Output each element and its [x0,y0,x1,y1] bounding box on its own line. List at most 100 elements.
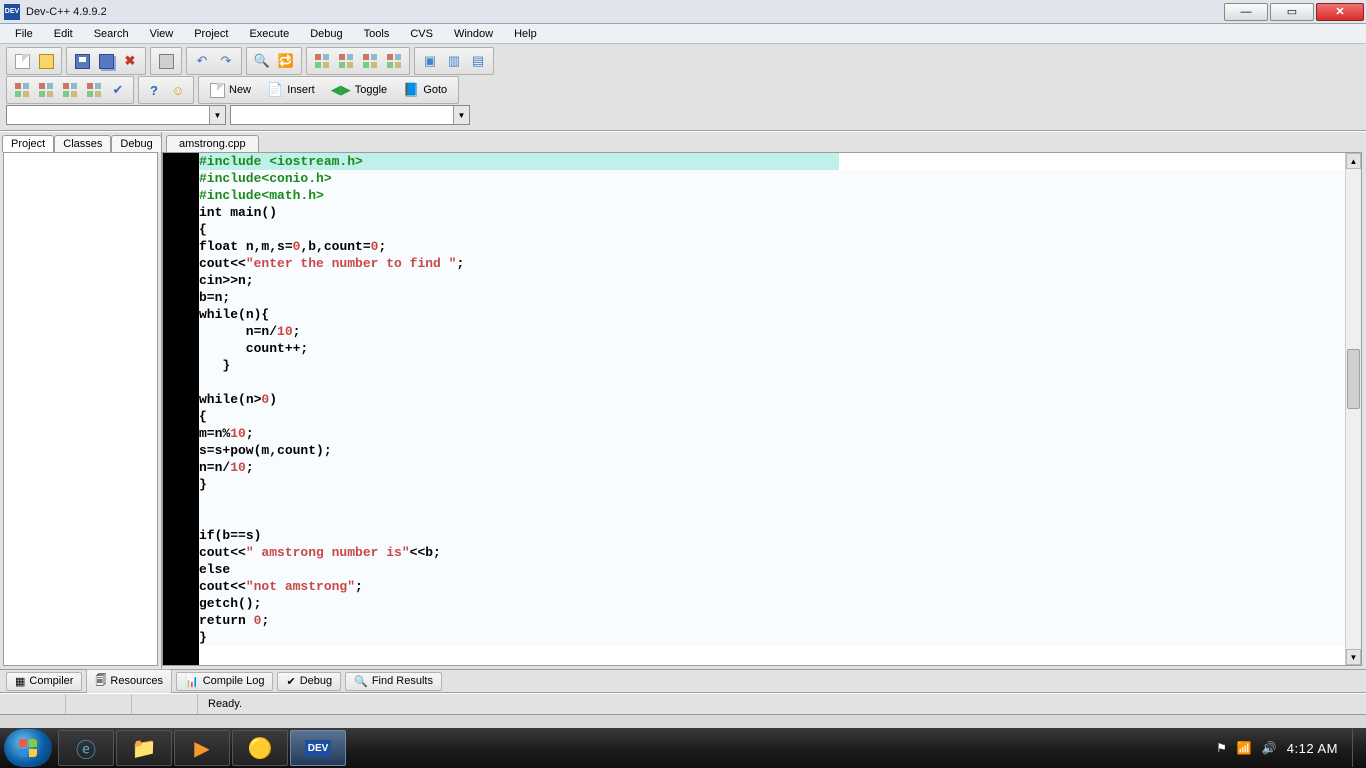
chart-icon: 📊 [185,675,199,688]
editor[interactable]: #include <iostream.h>#include<conio.h>#i… [162,152,1362,666]
task-explorer[interactable]: 📁 [116,730,172,766]
save-button[interactable] [71,50,93,72]
close-button[interactable]: ✕ [1316,3,1364,21]
grid-b-button[interactable] [35,79,57,101]
scroll-down-button[interactable]: ▼ [1346,649,1361,665]
ie-icon: ⓔ [76,734,96,763]
menu-debug[interactable]: Debug [301,26,351,42]
grid-a-button[interactable] [11,79,33,101]
menu-cvs[interactable]: CVS [401,26,442,42]
app-icon: DEV [4,4,20,20]
maximize-button[interactable]: ▭ [1270,3,1314,21]
status-cell-1 [0,694,66,714]
insert-button[interactable]: 📄Insert [260,79,322,101]
menu-search[interactable]: Search [85,26,138,42]
project-tree[interactable] [3,152,158,666]
menu-help[interactable]: Help [505,26,546,42]
show-desktop-button[interactable] [1352,729,1362,767]
system-tray[interactable]: ⚑ 📶 🔊 4:12 AM [1216,741,1350,756]
goto-button[interactable]: 📘Goto [396,79,454,101]
about-button[interactable]: ☺ [167,79,189,101]
open-button[interactable] [35,50,57,72]
status-bar: Ready. [0,693,1366,715]
stack-icon: 🗐 [95,672,106,691]
replace-button[interactable]: 🔁 [275,50,297,72]
devcpp-icon: DEV [305,740,332,757]
bottom-tab-debug[interactable]: ✔ Debug [277,672,341,691]
class-combo[interactable]: ▼ [6,105,226,125]
side-panel: Project Classes Debug [0,132,162,669]
check-icon: ✔ [286,675,295,688]
bottom-tab-label: Debug [300,675,332,687]
side-tab-project[interactable]: Project [2,135,54,152]
volume-icon: 🔊 [1262,741,1277,755]
doc-tab-amstrong[interactable]: amstrong.cpp [166,135,259,152]
grid-icon: ▦ [15,675,25,688]
new-source-button[interactable]: New [203,79,258,101]
toolbar-area: ✖ ↶ ↷ 🔍 🔁 ▣ ▥ ▤ ✔ [0,44,1366,131]
redo-button[interactable]: ↷ [215,50,237,72]
menu-edit[interactable]: Edit [45,26,82,42]
search-icon: 🔍 [354,675,368,688]
task-chrome[interactable]: 🟡 [232,730,288,766]
bottom-tab-label: Find Results [372,675,433,687]
undo-button[interactable]: ↶ [191,50,213,72]
gutter [163,153,199,665]
bottom-tab-find-results[interactable]: 🔍 Find Results [345,672,442,691]
stop-button[interactable]: ▥ [443,50,465,72]
code-area[interactable]: #include <iostream.h>#include<conio.h>#i… [199,153,1345,665]
close-doc-button[interactable]: ✖ [119,50,141,72]
check-syntax-button[interactable]: ✔ [107,79,129,101]
menu-window[interactable]: Window [445,26,502,42]
status-cell-3 [132,694,198,714]
side-tab-classes[interactable]: Classes [54,135,111,152]
menu-tools[interactable]: Tools [355,26,399,42]
clock: 4:12 AM [1287,741,1338,756]
side-tab-debug[interactable]: Debug [111,135,161,152]
bottom-tab-resources[interactable]: 🗐 Resources [86,669,172,694]
menu-bar: File Edit Search View Project Execute De… [0,24,1366,44]
title-bar: DEV Dev-C++ 4.9.9.2 — ▭ ✕ [0,0,1366,24]
status-text: Ready. [198,694,1366,714]
menu-file[interactable]: File [6,26,42,42]
bottom-tab-label: Resources [110,675,163,687]
scroll-thumb[interactable] [1347,349,1360,409]
start-button[interactable] [4,729,52,767]
bottom-tab-label: Compile Log [203,675,265,687]
debug-button[interactable]: ▣ [419,50,441,72]
task-wmp[interactable]: ▶ [174,730,230,766]
workspace: Project Classes Debug amstrong.cpp #incl… [0,131,1366,669]
rebuild-all-button[interactable] [383,50,405,72]
bottom-tab-compile-log[interactable]: 📊 Compile Log [176,672,273,691]
find-button[interactable]: 🔍 [251,50,273,72]
bottom-tab-compiler[interactable]: ▦ Compiler [6,672,82,691]
run-button[interactable] [335,50,357,72]
print-button[interactable] [155,50,177,72]
menu-project[interactable]: Project [185,26,237,42]
compile-button[interactable] [311,50,333,72]
taskbar: ⓔ 📁 ▶ 🟡 DEV ⚑ 📶 🔊 4:12 AM [0,728,1366,768]
help-button[interactable]: ? [143,79,165,101]
bottom-tab-label: Compiler [29,675,73,687]
window-title: Dev-C++ 4.9.9.2 [26,6,107,18]
function-combo[interactable]: ▼ [230,105,470,125]
new-file-button[interactable] [11,50,33,72]
menu-view[interactable]: View [141,26,183,42]
grid-c-button[interactable] [59,79,81,101]
network-icon: 📶 [1237,741,1252,755]
media-icon: ▶ [194,736,209,761]
menu-execute[interactable]: Execute [240,26,298,42]
toggle-button[interactable]: ◀▶Toggle [324,79,394,101]
chrome-icon: 🟡 [248,736,273,761]
compile-run-button[interactable] [359,50,381,72]
vertical-scrollbar[interactable]: ▲ ▼ [1345,153,1361,665]
status-cell-2 [66,694,132,714]
profile-button[interactable]: ▤ [467,50,489,72]
task-devcpp[interactable]: DEV [290,730,346,766]
task-ie[interactable]: ⓔ [58,730,114,766]
save-all-button[interactable] [95,50,117,72]
document-area: amstrong.cpp #include <iostream.h>#inclu… [162,132,1366,669]
scroll-up-button[interactable]: ▲ [1346,153,1361,169]
grid-d-button[interactable] [83,79,105,101]
minimize-button[interactable]: — [1224,3,1268,21]
